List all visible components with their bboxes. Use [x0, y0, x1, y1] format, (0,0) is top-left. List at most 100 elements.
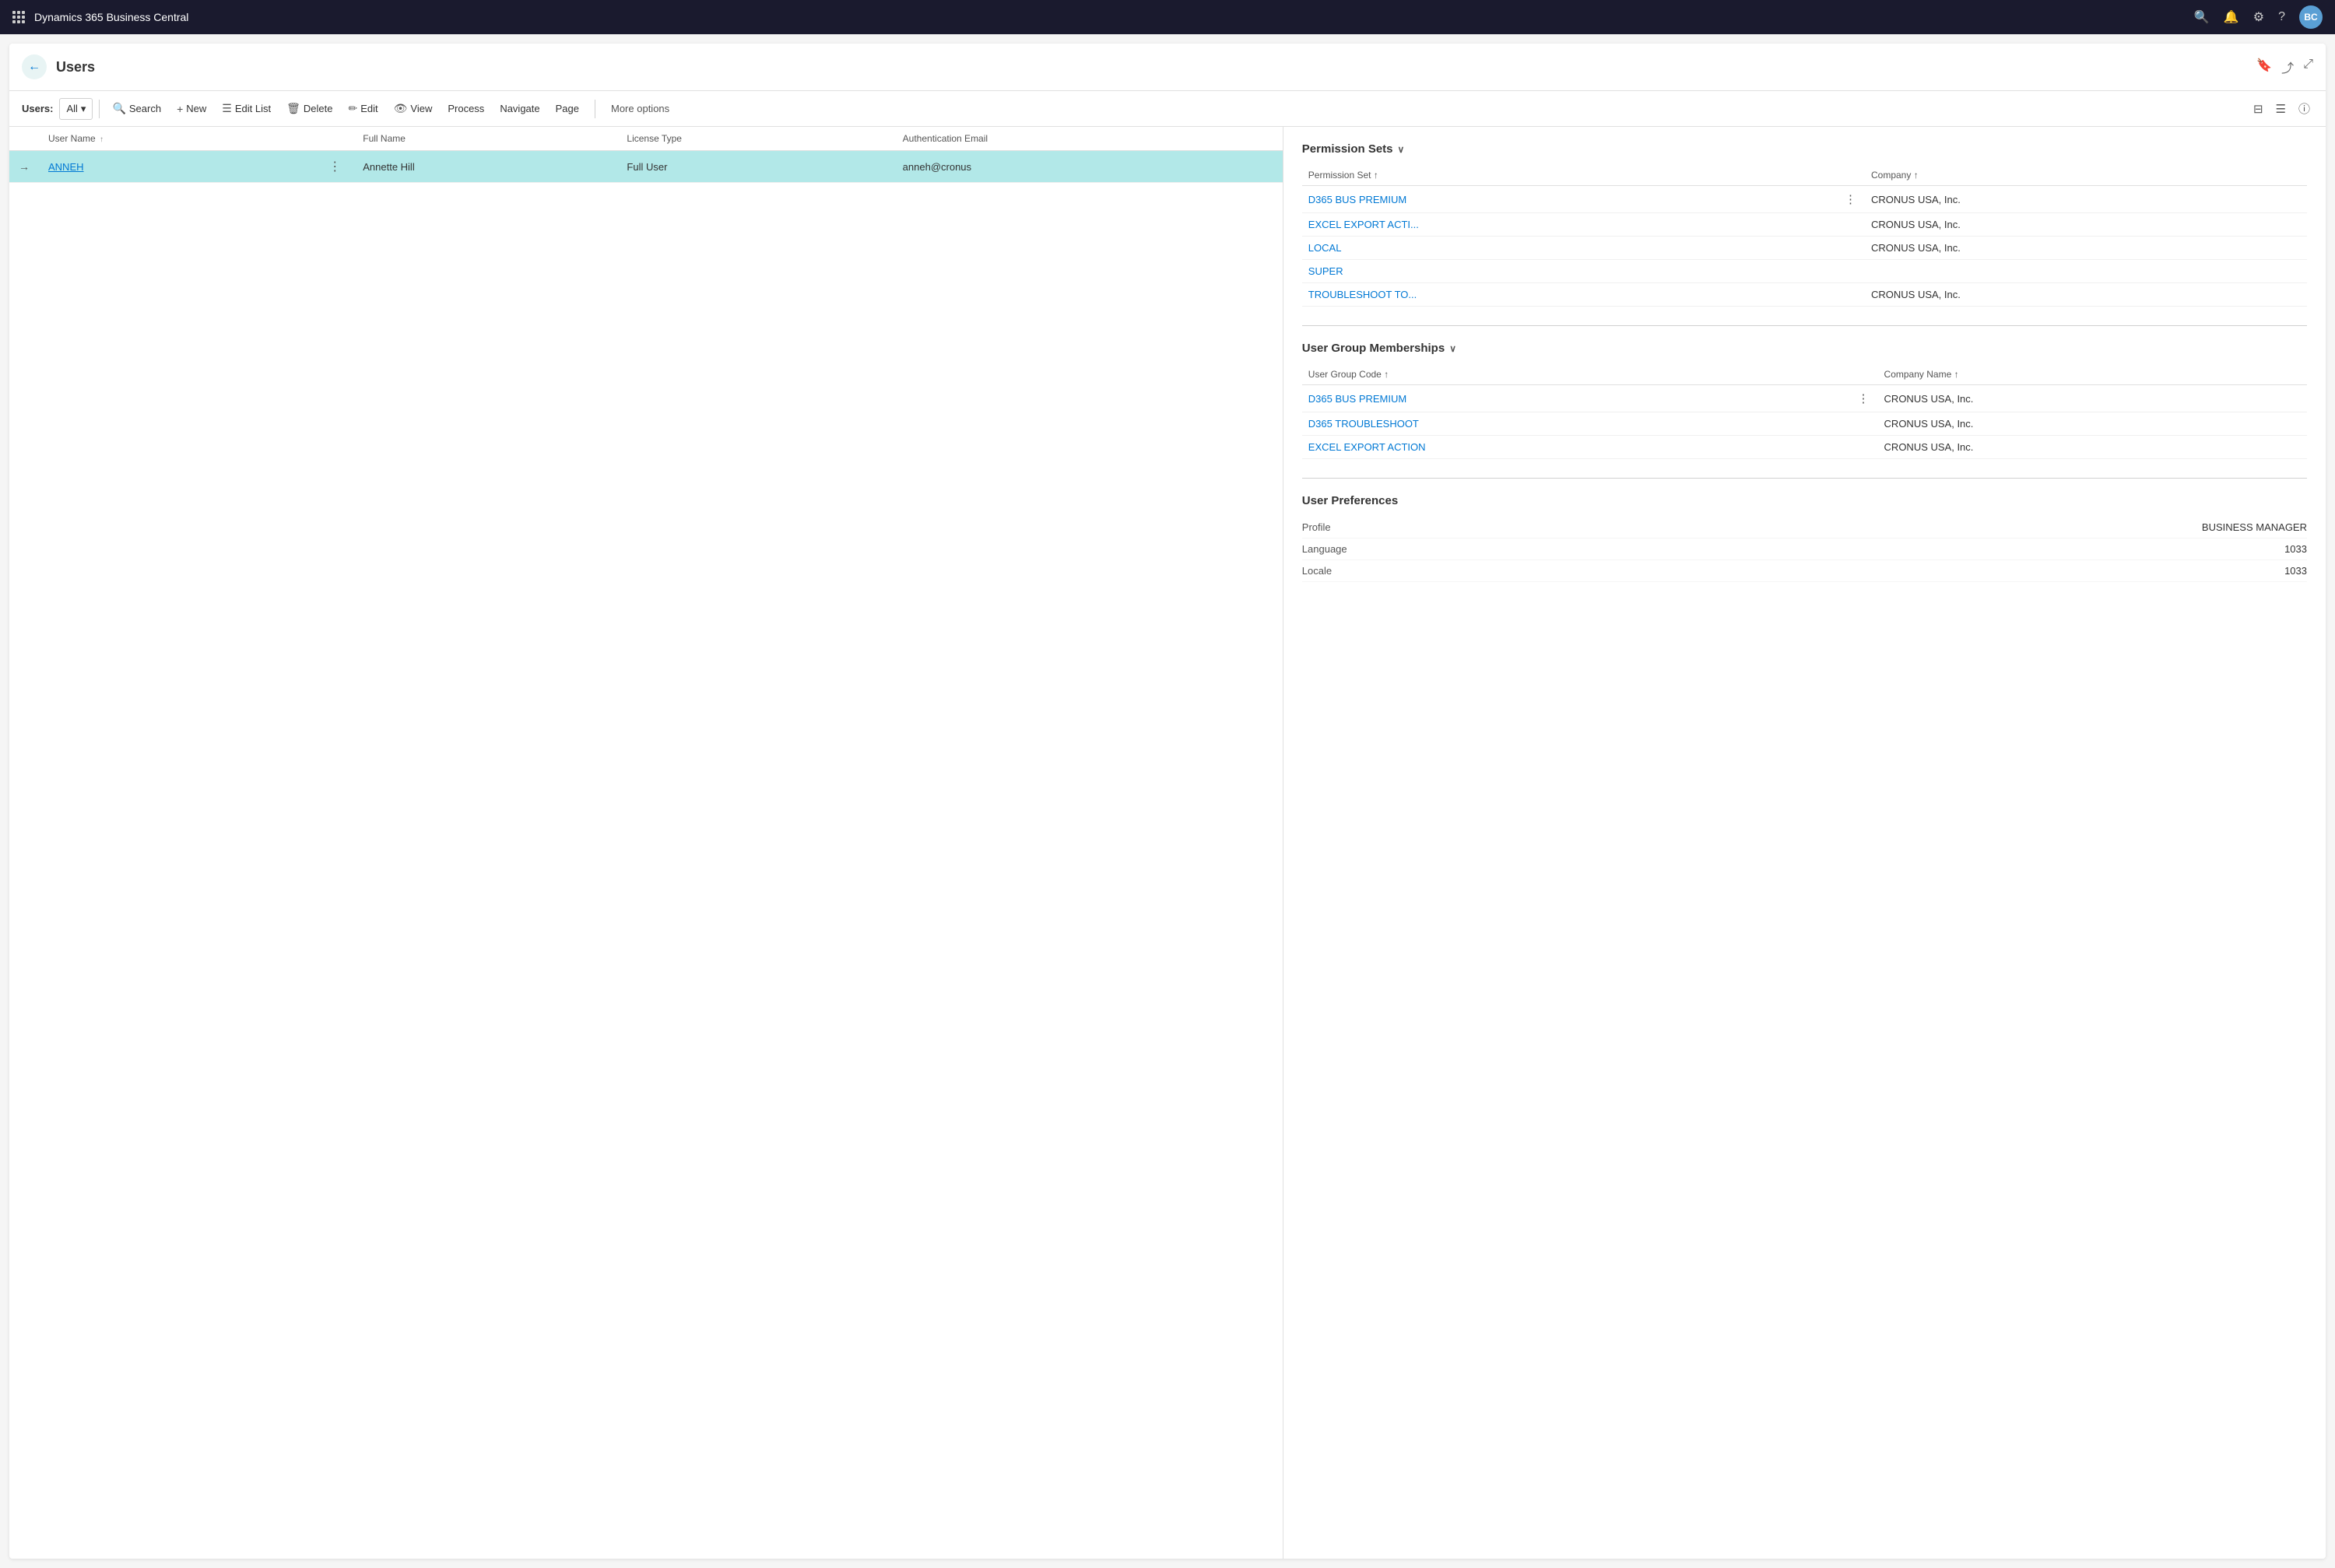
- page-button[interactable]: Page: [550, 99, 585, 118]
- bookmark-icon[interactable]: 🔖: [2256, 58, 2272, 76]
- user-group-memberships-header[interactable]: User Group Memberships ∨: [1302, 342, 2307, 355]
- edit-list-icon: ☰: [222, 102, 232, 115]
- users-list-panel: User Name ↑ Full Name License Type Authe…: [9, 127, 1283, 1559]
- perm-col-menu-spacer: [1836, 165, 1865, 186]
- perm-col-permission-set: Permission Set ↑: [1302, 165, 1836, 186]
- user-preferences-title: User Preferences: [1302, 494, 1398, 507]
- col-full-name: Full Name: [353, 127, 617, 151]
- list-item[interactable]: D365 BUS PREMIUM ⋮ CRONUS USA, Inc.: [1302, 186, 2307, 213]
- back-icon: ←: [28, 60, 40, 74]
- user-group-code-link[interactable]: EXCEL EXPORT ACTION: [1308, 441, 1426, 453]
- pref-value: 1033: [2284, 565, 2307, 577]
- user-preferences-header: User Preferences: [1302, 494, 2307, 507]
- col-auth-email: Authentication Email: [894, 127, 1283, 151]
- ugm-sort-icon: ↑: [1384, 369, 1389, 380]
- search-label: Search: [129, 103, 161, 114]
- permission-set-link[interactable]: D365 BUS PREMIUM: [1308, 194, 1406, 205]
- settings-icon[interactable]: ⚙: [2253, 9, 2264, 25]
- process-label: Process: [448, 103, 484, 114]
- row-license-cell: Full User: [617, 151, 893, 183]
- share-icon[interactable]: ⤴: [2281, 58, 2294, 76]
- ugm-company-cell: CRONUS USA, Inc.: [1878, 385, 2307, 412]
- back-button[interactable]: ←: [22, 54, 47, 79]
- perm-col-company-label: Company: [1871, 170, 1911, 181]
- perm-menu-cell: [1836, 283, 1865, 307]
- search-icon[interactable]: 🔍: [2194, 9, 2210, 25]
- filter-chevron-icon: ▾: [81, 103, 86, 115]
- list-item: Language 1033: [1302, 538, 2307, 560]
- delete-button[interactable]: 🗑 Delete: [280, 98, 339, 119]
- list-item[interactable]: EXCEL EXPORT ACTI... CRONUS USA, Inc.: [1302, 213, 2307, 237]
- filter-dropdown[interactable]: All ▾: [59, 98, 93, 120]
- user-avatar[interactable]: BC: [2299, 5, 2323, 29]
- permission-sets-table: Permission Set ↑ Company ↑ D365: [1302, 165, 2307, 307]
- delete-icon: 🗑: [286, 102, 300, 115]
- row-username-cell: ANNEH: [39, 151, 316, 183]
- info-icon[interactable]: ⓘ: [2295, 97, 2313, 120]
- ugm-code-cell: D365 BUS PREMIUM: [1302, 385, 1849, 412]
- search-toolbar-icon: 🔍: [112, 102, 125, 115]
- list-item[interactable]: TROUBLESHOOT TO... CRONUS USA, Inc.: [1302, 283, 2307, 307]
- ugm-company-cell: CRONUS USA, Inc.: [1878, 412, 2307, 436]
- list-item[interactable]: SUPER: [1302, 260, 2307, 283]
- list-item[interactable]: EXCEL EXPORT ACTION CRONUS USA, Inc.: [1302, 436, 2307, 459]
- ugm-col-company: Company Name ↑: [1878, 364, 2307, 385]
- list-item[interactable]: D365 TROUBLESHOOT CRONUS USA, Inc.: [1302, 412, 2307, 436]
- filter-icon[interactable]: ⊟: [2250, 99, 2267, 119]
- col-license-type-label: License Type: [627, 133, 682, 144]
- perm-menu-cell: [1836, 213, 1865, 237]
- edit-label: Edit: [360, 103, 377, 114]
- user-group-memberships-title: User Group Memberships: [1302, 342, 1445, 355]
- more-options-button[interactable]: More options: [605, 99, 676, 118]
- perm-company-cell: [1865, 260, 2307, 283]
- ugm-context-menu-button[interactable]: ⋮: [1856, 391, 1872, 406]
- permission-set-link[interactable]: TROUBLESHOOT TO...: [1308, 289, 1417, 300]
- permission-set-link[interactable]: LOCAL: [1308, 242, 1342, 254]
- perm-company-sort-icon: ↑: [1914, 170, 1919, 181]
- perm-context-menu-button[interactable]: ⋮: [1842, 191, 1859, 207]
- permission-set-link[interactable]: EXCEL EXPORT ACTI...: [1308, 219, 1419, 230]
- list-item[interactable]: LOCAL CRONUS USA, Inc.: [1302, 237, 2307, 260]
- page-label: Page: [556, 103, 579, 114]
- view-button[interactable]: 👁 View: [388, 98, 439, 119]
- help-icon[interactable]: ?: [2278, 10, 2285, 24]
- permission-sets-header[interactable]: Permission Sets ∨: [1302, 142, 2307, 156]
- new-icon: +: [177, 103, 183, 115]
- user-name-link[interactable]: ANNEH: [48, 161, 84, 173]
- user-group-code-link[interactable]: D365 BUS PREMIUM: [1308, 393, 1406, 405]
- app-title: Dynamics 365 Business Central: [34, 11, 2185, 23]
- page-container: ← Users 🔖 ⤴ ⤢ Users: All ▾ 🔍 Search + Ne…: [9, 44, 2326, 1559]
- ugm-code-cell: D365 TROUBLESHOOT: [1302, 412, 1849, 436]
- ugm-col-menu-spacer: [1849, 364, 1878, 385]
- toolbar: Users: All ▾ 🔍 Search + New ☰ Edit List …: [9, 91, 2326, 127]
- perm-company-cell: CRONUS USA, Inc.: [1865, 186, 2307, 213]
- expand-icon[interactable]: ⤢: [2303, 58, 2313, 76]
- search-button[interactable]: 🔍 Search: [106, 98, 167, 119]
- col-row-menu-spacer: [316, 127, 353, 151]
- ugm-menu-cell: [1849, 412, 1878, 436]
- edit-button[interactable]: ✏ Edit: [342, 98, 384, 119]
- process-button[interactable]: Process: [441, 99, 490, 118]
- perm-company-cell: CRONUS USA, Inc.: [1865, 213, 2307, 237]
- edit-list-button[interactable]: ☰ Edit List: [216, 98, 277, 119]
- col-license-type: License Type: [617, 127, 893, 151]
- col-arrow-spacer: [9, 127, 39, 151]
- user-group-memberships-section: User Group Memberships ∨ User Group Code…: [1302, 342, 2307, 459]
- divider-1: [1302, 325, 2307, 326]
- notification-icon[interactable]: 🔔: [2224, 9, 2239, 25]
- table-row[interactable]: → ANNEH ⋮ Annette Hill Full User anneh@c…: [9, 151, 1283, 183]
- new-button[interactable]: + New: [170, 99, 212, 119]
- list-item: Locale 1033: [1302, 560, 2307, 582]
- permission-set-link[interactable]: SUPER: [1308, 265, 1343, 277]
- column-chooser-icon[interactable]: ☰: [2273, 99, 2289, 119]
- divider-2: [1302, 478, 2307, 479]
- toolbar-separator-1: [99, 100, 100, 118]
- perm-menu-cell: ⋮: [1836, 186, 1865, 213]
- app-grid-icon[interactable]: [12, 11, 25, 23]
- user-group-code-link[interactable]: D365 TROUBLESHOOT: [1308, 418, 1419, 430]
- list-item[interactable]: D365 BUS PREMIUM ⋮ CRONUS USA, Inc.: [1302, 385, 2307, 412]
- navigate-button[interactable]: Navigate: [493, 99, 546, 118]
- perm-set-name-cell: LOCAL: [1302, 237, 1836, 260]
- row-context-menu-button[interactable]: ⋮: [325, 157, 344, 176]
- perm-company-cell: CRONUS USA, Inc.: [1865, 283, 2307, 307]
